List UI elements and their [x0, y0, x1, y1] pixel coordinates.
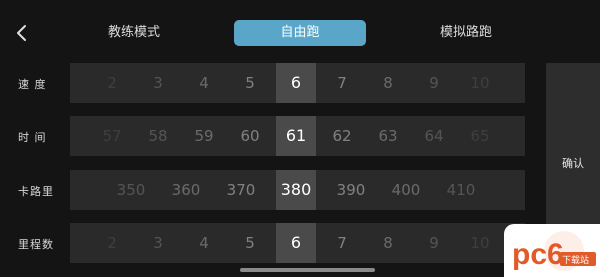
picker-value[interactable]: 360	[172, 170, 201, 210]
picker-value[interactable]: 62	[332, 116, 351, 156]
distance-label: 里程数	[18, 238, 54, 251]
tab-coach-mode[interactable]: 教练模式	[92, 20, 176, 46]
picker-value[interactable]: 9	[429, 223, 439, 263]
picker-value[interactable]: 60	[240, 116, 259, 156]
distance-picker[interactable]: 2 3 4 5 6 7 8 9 10	[70, 223, 525, 263]
picker-value[interactable]: 10	[470, 63, 489, 103]
picker-value[interactable]: 3	[153, 223, 163, 263]
picker-value-selected[interactable]: 380	[281, 170, 312, 210]
picker-value[interactable]: 64	[424, 116, 443, 156]
picker-value[interactable]: 400	[392, 170, 421, 210]
picker-value[interactable]: 59	[194, 116, 213, 156]
picker-value[interactable]: 63	[378, 116, 397, 156]
watermark-logo: pc6 下载站	[504, 224, 600, 277]
picker-value-selected[interactable]: 61	[286, 116, 306, 156]
picker-value[interactable]: 2	[107, 223, 117, 263]
picker-value[interactable]: 3	[153, 63, 163, 103]
picker-value[interactable]: 4	[199, 223, 209, 263]
back-button[interactable]	[12, 20, 32, 46]
picker-value[interactable]: 8	[383, 63, 393, 103]
chevron-left-icon	[17, 25, 26, 41]
picker-value[interactable]: 370	[227, 170, 256, 210]
picker-value[interactable]: 350	[117, 170, 146, 210]
picker-value[interactable]: 10	[470, 223, 489, 263]
tab-simulated-road-run[interactable]: 模拟路跑	[424, 20, 508, 46]
picker-value[interactable]: 9	[429, 63, 439, 103]
picker-value[interactable]: 7	[337, 223, 347, 263]
confirm-label: 确认	[562, 157, 584, 170]
picker-value[interactable]: 390	[337, 170, 366, 210]
speed-picker[interactable]: 2 3 4 5 6 7 8 9 10	[70, 63, 525, 103]
picker-value-selected[interactable]: 6	[291, 223, 301, 263]
time-picker[interactable]: 57 58 59 60 61 62 63 64 65	[70, 116, 525, 156]
picker-value[interactable]: 7	[337, 63, 347, 103]
picker-value-selected[interactable]: 6	[291, 63, 301, 103]
picker-value[interactable]: 5	[245, 223, 255, 263]
calories-label: 卡路里	[18, 185, 54, 198]
picker-value[interactable]: 58	[148, 116, 167, 156]
picker-value[interactable]: 5	[245, 63, 255, 103]
picker-value[interactable]: 4	[199, 63, 209, 103]
time-label: 时 间	[18, 131, 47, 144]
picker-value[interactable]: 57	[102, 116, 121, 156]
picker-value[interactable]: 410	[447, 170, 476, 210]
picker-value[interactable]: 8	[383, 223, 393, 263]
home-indicator	[240, 268, 375, 272]
picker-value[interactable]: 65	[470, 116, 489, 156]
speed-label: 速 度	[18, 78, 47, 91]
svg-text:下载站: 下载站	[562, 254, 589, 266]
tab-free-run[interactable]: 自由跑	[234, 20, 366, 46]
svg-text:pc6: pc6	[512, 238, 564, 271]
picker-value[interactable]: 2	[107, 63, 117, 103]
calories-picker[interactable]: 350 360 370 380 390 400 410	[70, 170, 525, 210]
